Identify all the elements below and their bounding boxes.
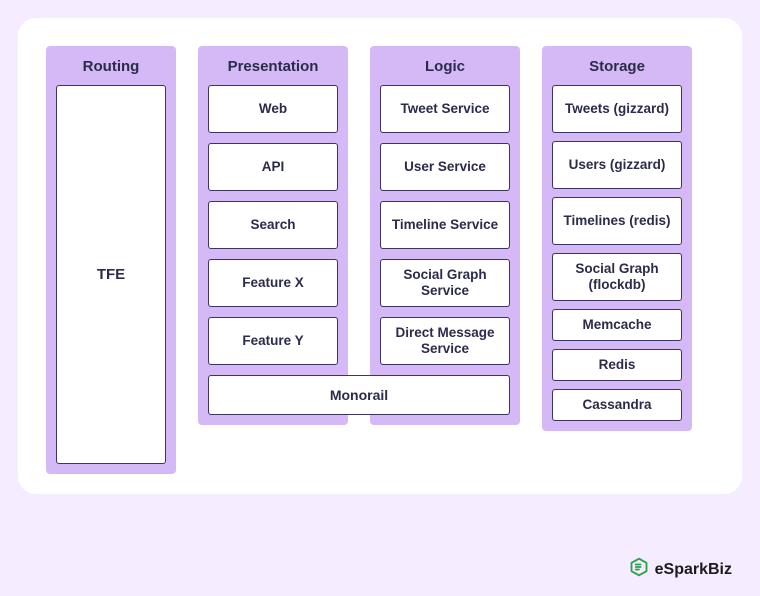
- column-header-storage: Storage: [552, 46, 682, 85]
- box-social-graph-service: Social Graph Service: [380, 259, 510, 307]
- box-tfe: TFE: [56, 85, 166, 464]
- box-monorail: Monorail: [208, 375, 510, 415]
- column-header-logic: Logic: [380, 46, 510, 85]
- box-search: Search: [208, 201, 338, 249]
- box-redis: Redis: [552, 349, 682, 381]
- box-feature-y: Feature Y: [208, 317, 338, 365]
- box-direct-message-service: Direct Message Service: [380, 317, 510, 365]
- column-routing: Routing TFE: [46, 46, 176, 474]
- column-logic: Logic Tweet Service User Service Timelin…: [370, 46, 520, 425]
- box-web: Web: [208, 85, 338, 133]
- storage-group-1: Tweets (gizzard) Users (gizzard) Timelin…: [552, 85, 682, 301]
- columns-wrapper: Routing TFE Presentation Web API Search …: [46, 46, 714, 474]
- box-api: API: [208, 143, 338, 191]
- box-user-service: User Service: [380, 143, 510, 191]
- box-users-gizzard: Users (gizzard): [552, 141, 682, 189]
- box-timelines-redis: Timelines (redis): [552, 197, 682, 245]
- storage-group-2: Memcache Redis Cassandra: [552, 309, 682, 421]
- box-timeline-service: Timeline Service: [380, 201, 510, 249]
- column-presentation: Presentation Web API Search Feature X Fe…: [198, 46, 348, 425]
- box-cassandra: Cassandra: [552, 389, 682, 421]
- branding-footer: eSparkBiz: [629, 557, 732, 582]
- box-social-graph-flockdb: Social Graph (flockdb): [552, 253, 682, 301]
- brand-logo-icon: [629, 557, 649, 582]
- column-header-routing: Routing: [56, 46, 166, 85]
- box-feature-x: Feature X: [208, 259, 338, 307]
- column-storage: Storage Tweets (gizzard) Users (gizzard)…: [542, 46, 692, 431]
- brand-name: eSparkBiz: [655, 561, 732, 579]
- box-tweet-service: Tweet Service: [380, 85, 510, 133]
- box-tweets-gizzard: Tweets (gizzard): [552, 85, 682, 133]
- diagram-panel: Routing TFE Presentation Web API Search …: [18, 18, 742, 494]
- box-memcache: Memcache: [552, 309, 682, 341]
- column-header-presentation: Presentation: [208, 46, 338, 85]
